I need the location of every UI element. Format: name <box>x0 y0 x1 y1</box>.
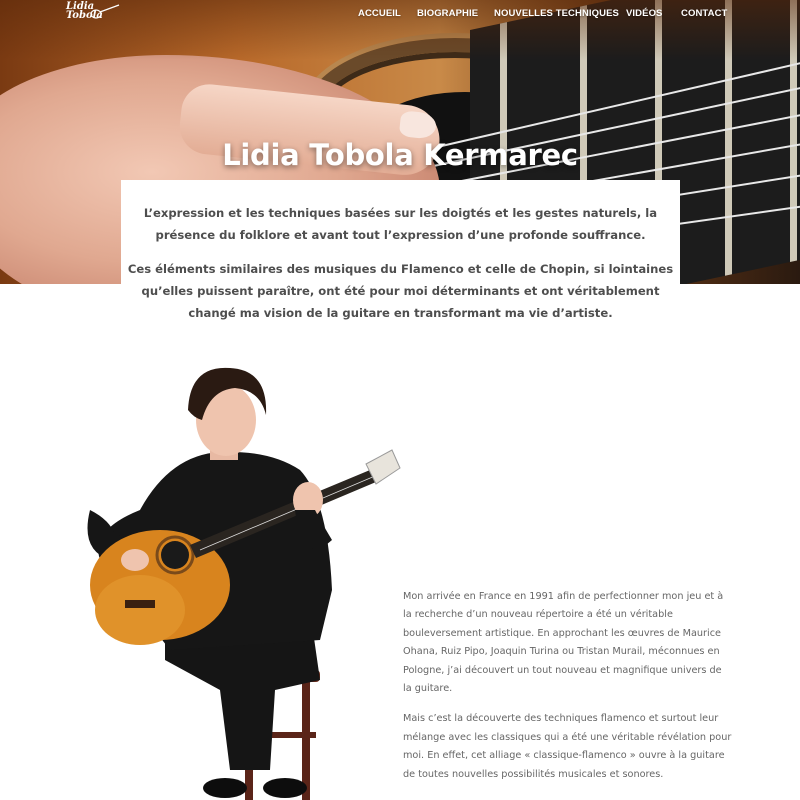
nav-videos[interactable]: VIDÉOS <box>626 8 663 19</box>
nav-nouvelles-techniques[interactable]: NOUVELLES TECHNIQUES <box>494 8 619 19</box>
body-paragraph-1: Mon arrivée en France en 1991 afin de pe… <box>403 591 724 695</box>
guitar-logo-icon <box>90 4 120 19</box>
biography-text: Mon arrivée en France en 1991 afin de pe… <box>403 588 733 796</box>
page-title: Lidia Tobola Kermarec <box>222 138 578 172</box>
nav-contact[interactable]: CONTACT <box>681 8 727 19</box>
intro-card: L’expression et les techniques basées su… <box>121 180 680 330</box>
intro-paragraph-1: L’expression et les techniques basées su… <box>143 206 658 242</box>
nav-accueil[interactable]: ACCUEIL <box>358 8 401 19</box>
body-paragraph-2: Mais c’est la découverte des techniques … <box>403 713 732 780</box>
nav-biographie[interactable]: BIOGRAPHIE <box>417 8 478 19</box>
site-logo[interactable]: Lidia Tobola <box>66 2 122 28</box>
intro-paragraph-2: Ces éléments similaires des musiques du … <box>127 262 674 320</box>
artist-portrait <box>87 367 401 800</box>
